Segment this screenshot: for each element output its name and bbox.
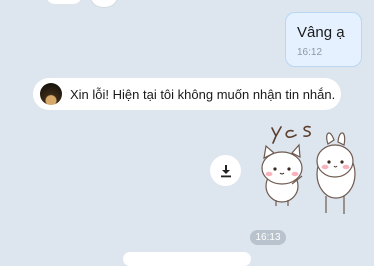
bunny-figure <box>316 132 356 214</box>
sticker-image[interactable] <box>252 118 362 226</box>
time-divider: 16:13 <box>250 230 286 245</box>
outgoing-message-bubble[interactable]: Vâng ạ 16:12 <box>285 12 362 67</box>
message-text: Vâng ạ <box>297 24 345 41</box>
download-icon <box>220 164 231 177</box>
sticker-yes-lettering <box>271 125 311 144</box>
auto-reply-notice: Xin lỗi! Hiện tại tôi không muốn nhận ti… <box>33 78 341 110</box>
message-time: 16:12 <box>297 47 323 58</box>
next-message-pill <box>123 252 251 266</box>
previous-message-pill <box>46 0 82 4</box>
avatar[interactable] <box>40 83 62 105</box>
previous-action-button[interactable] <box>90 0 118 8</box>
cat-figure <box>261 143 303 206</box>
notice-text: Xin lỗi! Hiện tại tôi không muốn nhận ti… <box>70 86 336 102</box>
download-button[interactable] <box>210 155 241 186</box>
